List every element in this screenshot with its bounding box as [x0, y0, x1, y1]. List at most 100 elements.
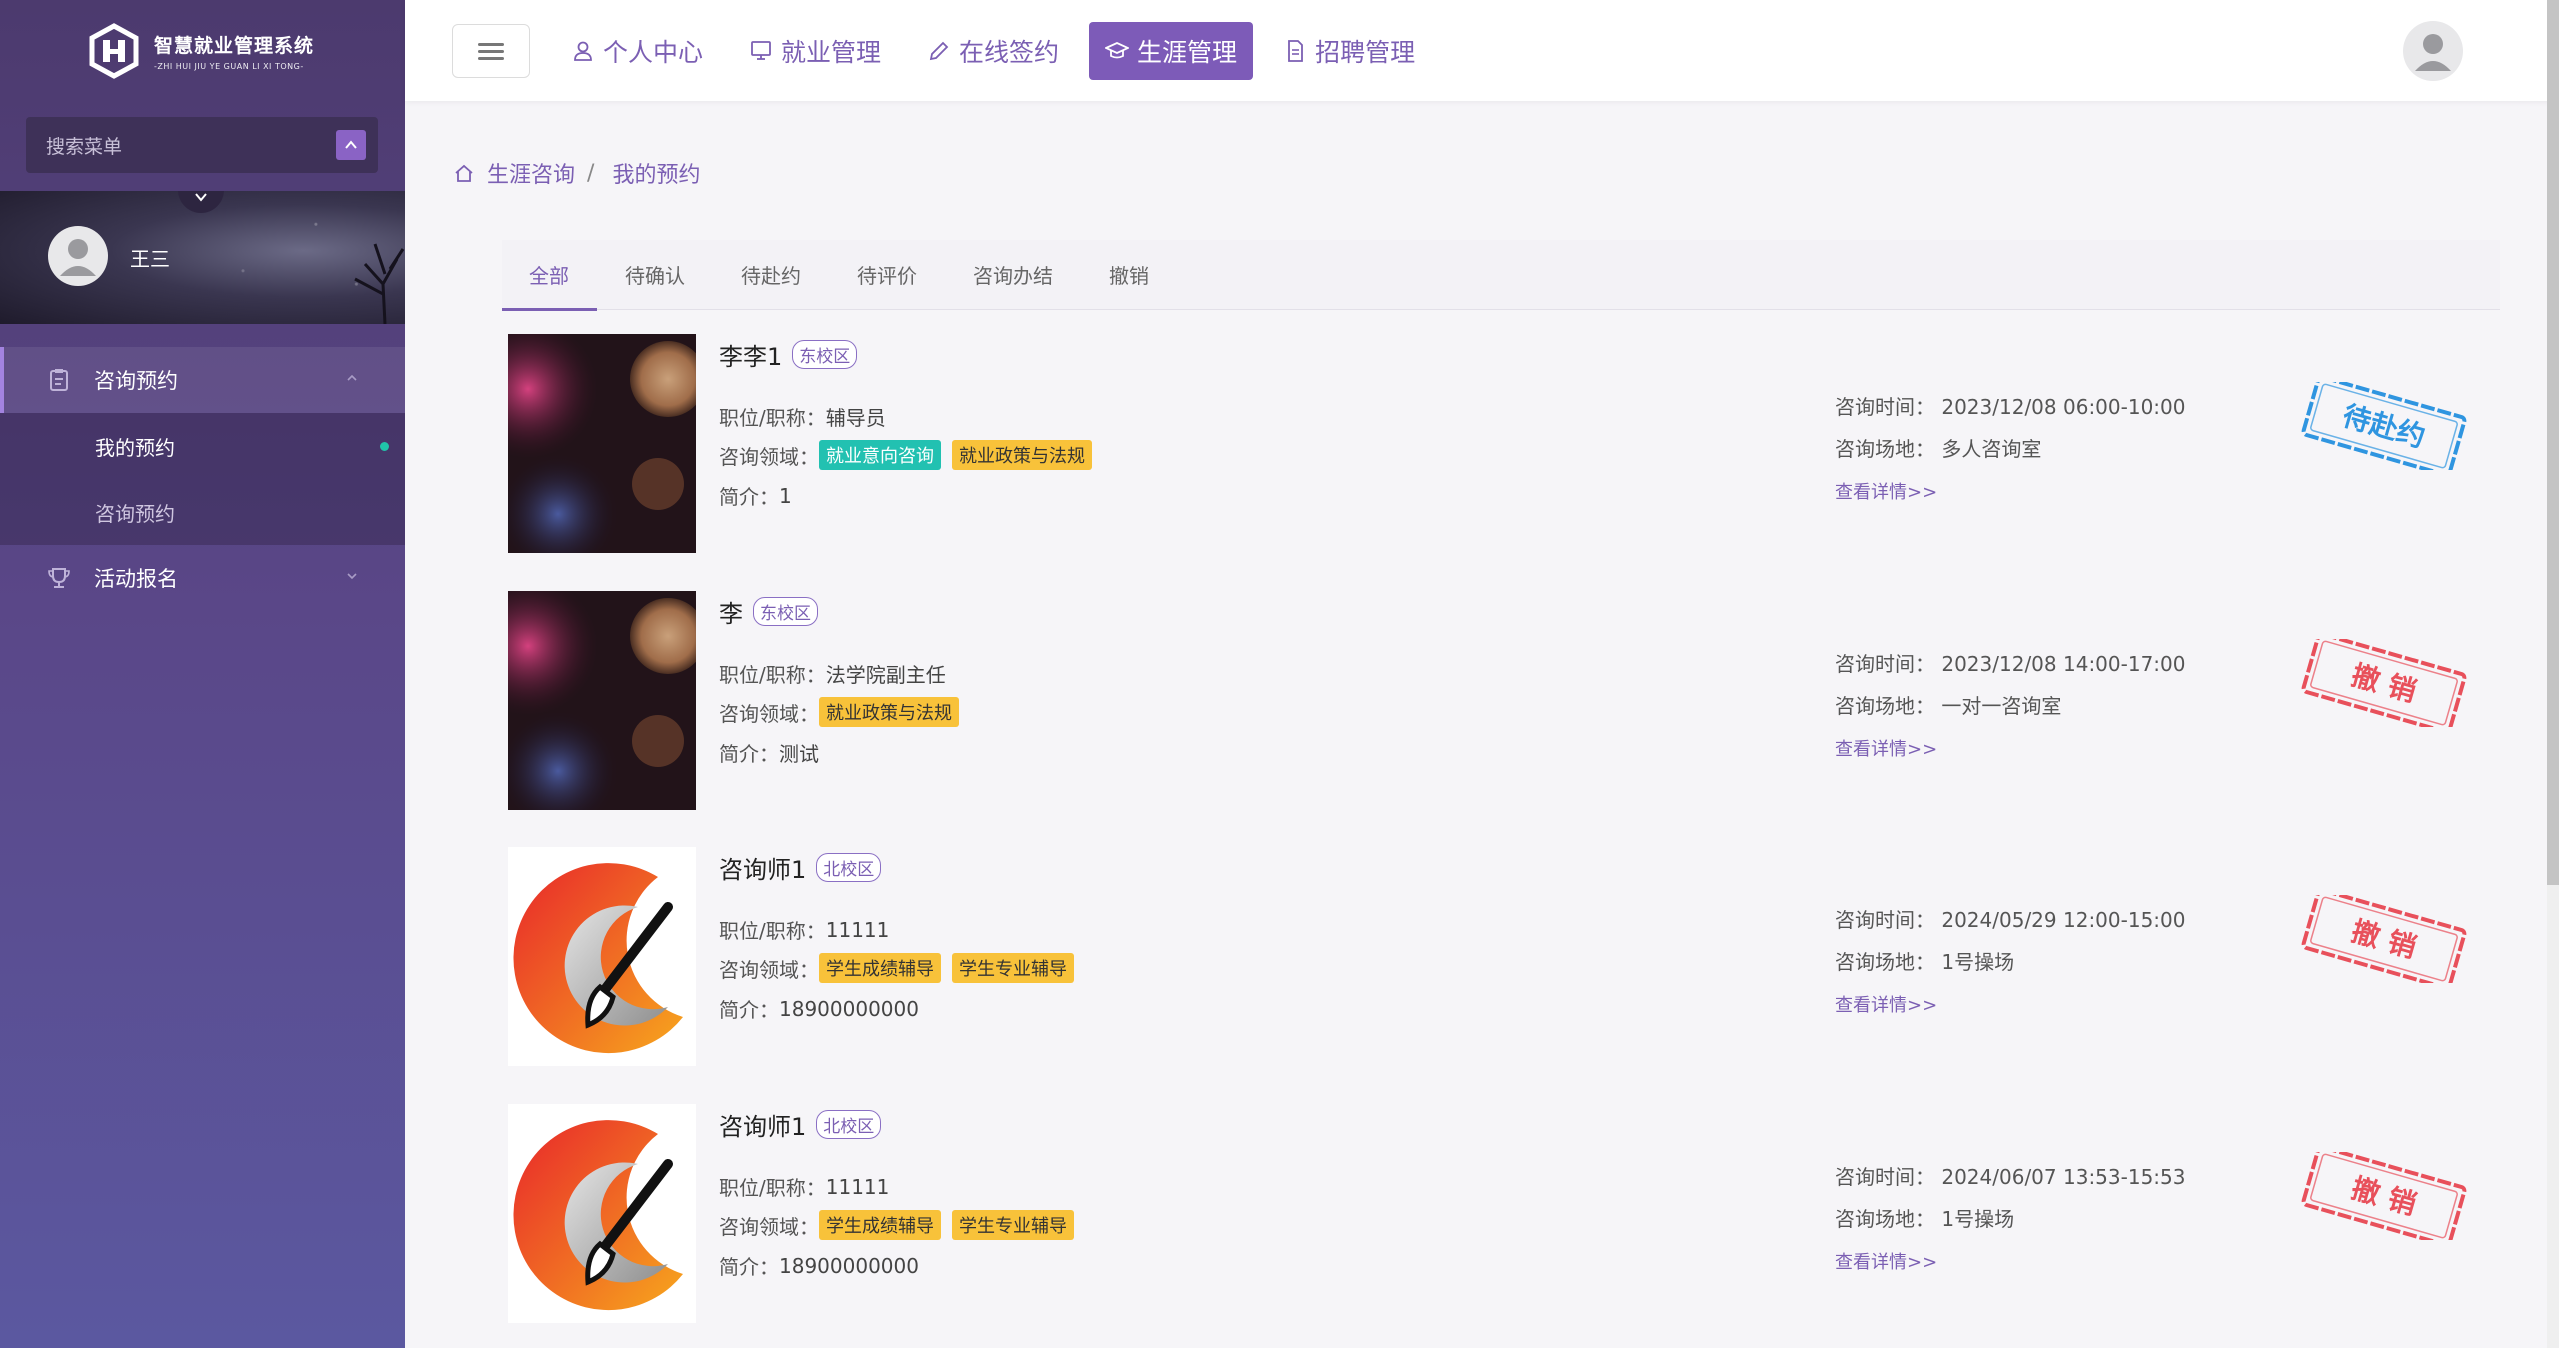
place-value: 1号操场	[1941, 950, 2015, 974]
breadcrumb: 生涯咨询 / 我的预约	[453, 157, 700, 189]
time-line: 咨询时间： 2024/06/07 13:53-15:53	[1835, 1161, 2185, 1190]
topnav-employment[interactable]: 就业管理	[733, 22, 897, 80]
document-icon	[1288, 40, 1303, 62]
topnav-personal-center[interactable]: 个人中心	[555, 22, 719, 80]
intro-value: 18900000000	[779, 1253, 919, 1278]
position-value: 法学院副主任	[825, 663, 946, 687]
trophy-icon	[48, 568, 70, 588]
field-tag: 学生成绩辅导	[819, 1210, 941, 1240]
topnav-online-sign[interactable]: 在线签约	[911, 22, 1075, 80]
time-value: 2024/06/07 13:53-15:53	[1941, 1165, 2186, 1189]
counselor-photo	[508, 334, 696, 553]
position-label: 职位/职称：	[719, 663, 826, 687]
field-tag: 就业意向咨询	[819, 440, 941, 470]
sidebar-group-activities[interactable]: 活动报名	[0, 545, 405, 611]
field-line: 咨询领域： 就业意向咨询 就业政策与法规	[719, 440, 1103, 470]
counselor-name: 咨询师1	[719, 1113, 807, 1141]
tab-completed[interactable]: 咨询办结	[945, 240, 1081, 310]
tree-silhouette	[354, 243, 405, 324]
breadcrumb-item-career-consult[interactable]: 生涯咨询	[487, 157, 575, 189]
intro-label: 简介：	[719, 1255, 779, 1279]
tab-to-confirm[interactable]: 待确认	[597, 240, 713, 310]
time-line: 咨询时间： 2023/12/08 06:00-10:00	[1835, 391, 2185, 420]
chevron-down-icon	[345, 569, 359, 587]
intro-value: 18900000000	[779, 996, 919, 1021]
sidebar-group-label: 活动报名	[94, 567, 178, 591]
pencil-icon	[929, 41, 949, 61]
intro-value: 1	[779, 483, 792, 508]
view-details-link[interactable]: 查看详情>>	[1835, 478, 1937, 504]
menu-search-placeholder: 搜索菜单	[46, 135, 123, 158]
sidebar-item-label: 咨询预约	[95, 501, 175, 526]
top-nav: 个人中心 就业管理 在线签约 生涯管理 招聘管理	[555, 22, 1445, 80]
tab-all[interactable]: 全部	[502, 240, 597, 311]
field-tags: 学生成绩辅导 学生专业辅导	[819, 1210, 1085, 1240]
app-subtitle: -ZHI HUI JIU YE GUAN LI XI TONG-	[154, 62, 304, 71]
topnav-career[interactable]: 生涯管理	[1089, 22, 1254, 80]
view-details-link[interactable]: 查看详情>>	[1835, 991, 1937, 1017]
appointment-card: 李李1 东校区 职位/职称： 辅导员 咨询领域： 就业意向咨询 就业政策与法规 简介： 1 咨询时…	[508, 334, 2500, 556]
position-line: 职位/职称： 11111	[719, 915, 889, 944]
logo-icon	[89, 23, 139, 79]
position-label: 职位/职称：	[719, 1176, 826, 1200]
field-tag: 就业政策与法规	[819, 697, 959, 727]
menu-toggle-button[interactable]	[452, 24, 530, 78]
counselor-photo	[508, 847, 696, 1066]
hamburger-icon	[478, 41, 504, 62]
counselor-photo	[508, 1104, 696, 1323]
header-avatar[interactable]	[2403, 21, 2463, 81]
status-stamp: 撤 销	[2300, 632, 2468, 734]
position-line: 职位/职称： 11111	[719, 1172, 889, 1201]
home-icon[interactable]	[453, 162, 475, 184]
appointment-card: 李东校区 职位/职称： 法学院副主任 咨询领域： 就业政策与法规 简介： 测试 咨询时间： 2…	[508, 591, 2500, 813]
sidebar-item-my-appointments[interactable]: 我的预约	[0, 413, 405, 479]
active-dot	[380, 442, 389, 451]
counselor-name: 咨询师1	[719, 856, 807, 884]
field-tag: 学生成绩辅导	[819, 953, 941, 983]
topnav-recruitment[interactable]: 招聘管理	[1267, 22, 1431, 80]
intro-line: 简介： 测试	[719, 738, 819, 767]
status-tabs: 全部 待确认 待赴约 待评价 咨询办结 撤销	[502, 240, 2500, 311]
intro-line: 简介： 18900000000	[719, 1251, 919, 1280]
position-value: 辅导员	[825, 406, 886, 430]
field-line: 咨询领域： 就业政策与法规	[719, 697, 970, 727]
sidebar-item-label: 我的预约	[95, 435, 175, 460]
sidebar-group-consult[interactable]: 咨询预约	[0, 347, 405, 413]
topnav-label: 就业管理	[781, 38, 882, 67]
graduation-cap-icon	[1105, 42, 1130, 59]
app-logo[interactable]: 智慧就业管理系统 -ZHI HUI JIU YE GUAN LI XI TONG…	[86, 20, 314, 82]
tab-to-attend[interactable]: 待赴约	[713, 240, 829, 310]
clipboard-icon	[50, 369, 68, 391]
user-avatar[interactable]	[48, 226, 108, 286]
view-details-link[interactable]: 查看详情>>	[1835, 735, 1937, 761]
time-line: 咨询时间： 2024/05/29 12:00-15:00	[1835, 904, 2185, 933]
menu-search-input[interactable]: 搜索菜单	[26, 117, 378, 173]
appointment-card: 咨询师1 北校区 职位/职称： 11111 咨询领域： 学生成绩辅导 学生专业辅导 简介： 18…	[508, 847, 2500, 1069]
status-stamp: 撤 销	[2300, 888, 2468, 990]
chevron-down-icon[interactable]	[178, 191, 224, 213]
place-value: 一对一咨询室	[1941, 694, 2062, 718]
field-label: 咨询领域：	[719, 957, 819, 982]
campus-badge: 北校区	[816, 853, 882, 882]
chevron-up-icon[interactable]	[336, 130, 366, 160]
user-icon	[574, 41, 592, 61]
scrollbar-thumb[interactable]	[2547, 0, 2559, 885]
place-value: 多人咨询室	[1941, 437, 2042, 461]
time-label: 咨询时间：	[1835, 1165, 1942, 1189]
field-label: 咨询领域：	[719, 701, 819, 726]
tab-cancelled[interactable]: 撤销	[1081, 240, 1177, 310]
topnav-label: 在线签约	[959, 38, 1060, 67]
user-banner: 王三	[0, 191, 405, 324]
campus-badge: 北校区	[816, 1110, 882, 1139]
view-details-link[interactable]: 查看详情>>	[1835, 1248, 1937, 1274]
sidebar-group-label: 咨询预约	[94, 369, 178, 393]
field-line: 咨询领域： 学生成绩辅导 学生专业辅导	[719, 1210, 1085, 1240]
app-title: 智慧就业管理系统	[154, 35, 315, 57]
field-label: 咨询领域：	[719, 1214, 819, 1239]
sidebar-item-consult-booking[interactable]: 咨询预约	[0, 479, 405, 545]
field-tags: 就业政策与法规	[819, 697, 970, 727]
tab-to-review[interactable]: 待评价	[829, 240, 945, 310]
top-header: 个人中心 就业管理 在线签约 生涯管理 招聘管理	[405, 0, 2559, 101]
status-stamp: 待赴约	[2300, 375, 2468, 477]
time-label: 咨询时间：	[1835, 652, 1942, 676]
